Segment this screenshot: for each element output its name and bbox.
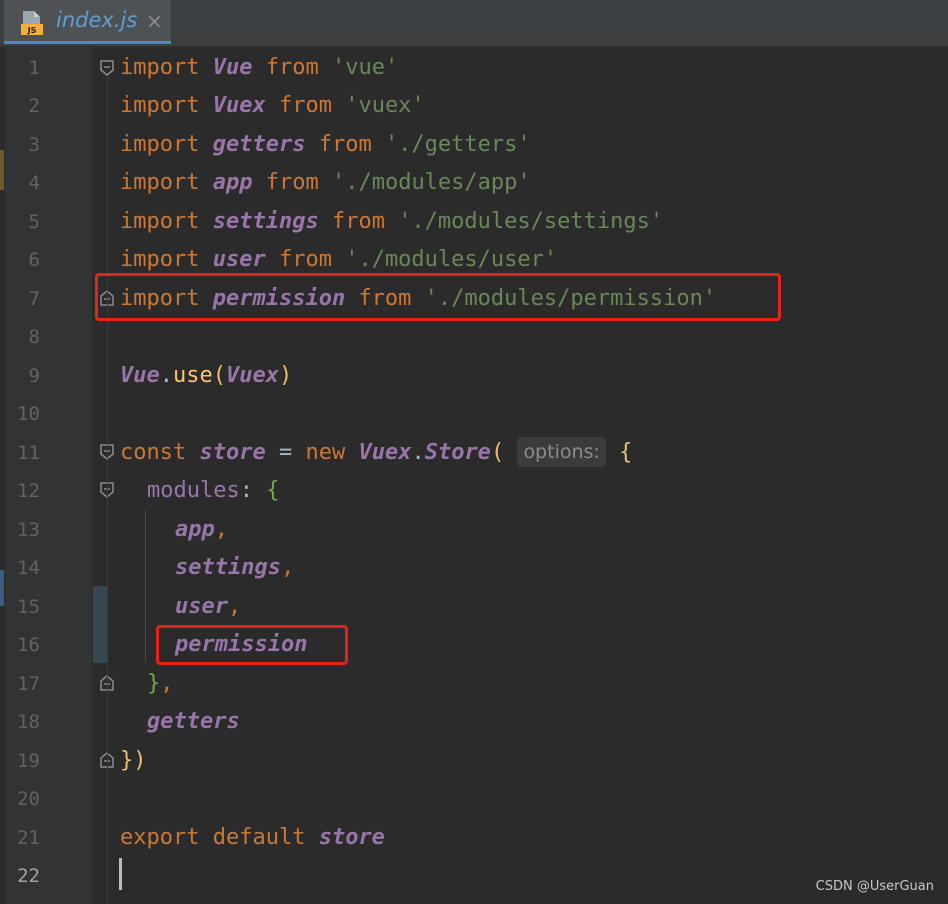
svg-text:JS: JS bbox=[27, 26, 37, 35]
line-number: 7 bbox=[28, 288, 40, 310]
code-line-19: }) bbox=[120, 748, 147, 773]
line-number: 14 bbox=[17, 557, 40, 579]
code-line-18: getters bbox=[147, 709, 240, 734]
line-number: 10 bbox=[17, 403, 40, 425]
tab-index-js[interactable]: JS index.js × bbox=[4, 0, 171, 44]
indent-guide bbox=[145, 510, 146, 662]
line-number: 8 bbox=[28, 326, 40, 348]
code-line-14: settings, bbox=[175, 555, 295, 580]
line-number: 13 bbox=[17, 519, 40, 541]
highlight-box-import-permission bbox=[95, 273, 781, 321]
tab-title: index.js bbox=[56, 8, 138, 32]
line-number: 21 bbox=[17, 827, 40, 849]
code-line-5: import settings from './modules/settings… bbox=[120, 209, 664, 234]
code-line-3: import getters from './getters' bbox=[120, 132, 531, 157]
code-line-2: import Vuex from 'vuex' bbox=[120, 93, 425, 118]
line-number: 5 bbox=[28, 211, 40, 233]
line-number: 2 bbox=[28, 95, 40, 117]
line-number: 1 bbox=[28, 57, 40, 79]
line-number: 16 bbox=[17, 634, 40, 656]
code-line-4: import app from './modules/app' bbox=[120, 170, 531, 195]
code-line-21: export default store bbox=[120, 825, 385, 850]
line-number: 17 bbox=[17, 673, 40, 695]
code-line-12: modules: { bbox=[147, 478, 280, 503]
code-line-9: Vue.use(Vuex) bbox=[120, 363, 293, 388]
change-marker bbox=[93, 586, 107, 663]
line-number: 18 bbox=[17, 711, 40, 733]
line-number: 11 bbox=[17, 442, 40, 464]
parameter-hint: options: bbox=[517, 437, 606, 467]
code-line-13: app, bbox=[175, 517, 228, 542]
code-line-1: import Vue from 'vue' bbox=[120, 55, 399, 80]
line-number: 4 bbox=[28, 172, 40, 194]
line-number: 20 bbox=[17, 788, 40, 810]
line-number: 19 bbox=[17, 750, 40, 772]
js-file-icon: JS bbox=[20, 10, 44, 36]
watermark: CSDN @UserGuan bbox=[815, 879, 934, 894]
highlight-box-permission-module bbox=[156, 625, 348, 665]
code-line-11: const store = new Vuex.Store( options: { bbox=[120, 434, 632, 472]
close-icon[interactable]: × bbox=[146, 9, 163, 33]
line-number: 15 bbox=[17, 596, 40, 618]
line-number: 3 bbox=[28, 134, 40, 156]
line-number: 9 bbox=[28, 365, 40, 387]
line-number-current: 22 bbox=[17, 865, 40, 887]
code-line-15: user, bbox=[175, 594, 242, 619]
code-line-17: }, bbox=[147, 671, 174, 696]
indent-guide bbox=[107, 78, 108, 904]
line-number: 6 bbox=[28, 249, 40, 271]
editor-tab-bar: JS index.js × bbox=[0, 0, 948, 47]
line-number: 12 bbox=[17, 480, 40, 502]
text-caret bbox=[119, 858, 122, 890]
fold-icon[interactable] bbox=[100, 60, 114, 76]
